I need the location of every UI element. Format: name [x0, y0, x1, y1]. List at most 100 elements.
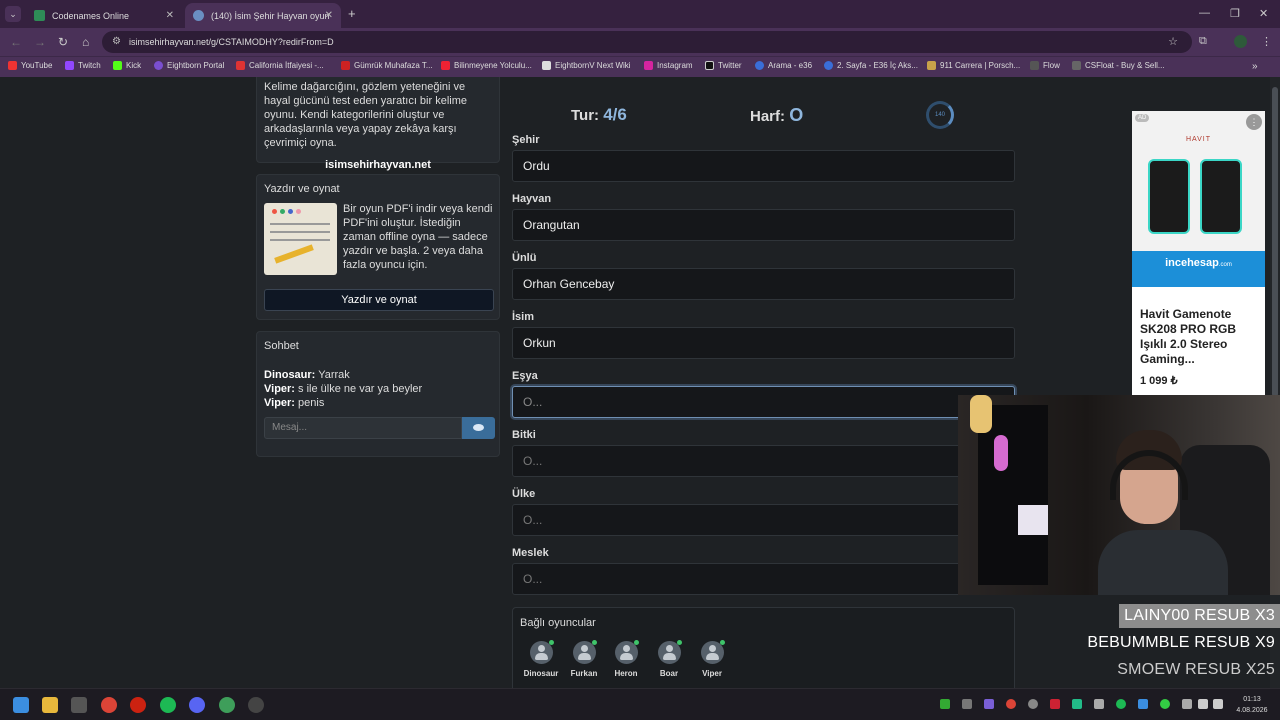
sub-alert: BEBUMMBLE RESUB X9 — [1087, 634, 1275, 651]
bookmark-e36-sayfa[interactable]: 2. Sayfa - E36 İç Aks... — [824, 61, 918, 70]
csfloat-icon — [1072, 61, 1081, 70]
bookmark-porsche[interactable]: 911 Carrera | Porsch... — [927, 61, 1020, 70]
close-tab-icon[interactable]: ✕ — [166, 10, 174, 21]
sub-alert: SMOEW RESUB X25 — [1117, 661, 1275, 678]
sehir-input[interactable]: Ordu — [512, 150, 1015, 182]
chrome-icon[interactable] — [101, 697, 117, 713]
ulke-input[interactable]: O... — [512, 504, 1015, 536]
bookmark-eightbornv-wiki[interactable]: EightbornV Next Wiki — [542, 61, 631, 70]
fire-dept-icon — [236, 61, 245, 70]
bookmark-flow[interactable]: Flow — [1030, 61, 1060, 70]
page-content: Kelime dağarcığını, gözlem yeteneğini ve… — [0, 77, 1280, 688]
tray-icon[interactable] — [1006, 699, 1016, 709]
field-bitki: Bitki O... — [512, 429, 1015, 477]
tray-icon[interactable] — [984, 699, 994, 709]
system-clock[interactable]: 01:13 4.08.2026 — [1228, 694, 1276, 716]
bookmark-instagram[interactable]: Instagram — [644, 61, 693, 70]
more-bookmarks-icon[interactable]: » — [1252, 61, 1258, 72]
print-and-play-button[interactable]: Yazdır ve oynat — [264, 289, 494, 311]
field-label: Hayvan — [512, 193, 552, 205]
tab-isimsehirhayvan[interactable]: (140) İsim Şehir Hayvan oyunu ✕ — [185, 3, 341, 28]
extensions-icon[interactable]: ⧉ — [1199, 35, 1207, 48]
tray-icon[interactable] — [940, 699, 950, 709]
field-ulke: Ülke O... — [512, 488, 1015, 536]
meslek-input[interactable]: O... — [512, 563, 1015, 595]
tray-icon[interactable] — [962, 699, 972, 709]
bookmark-twitter[interactable]: Twitter — [705, 61, 742, 70]
browser-menu-icon[interactable]: ⋮ — [1261, 35, 1272, 48]
isimsehirhayvan-favicon-icon — [193, 10, 204, 21]
address-bar[interactable]: ⚙ isimsehirhayvan.net/g/CSTAIMODHY?redir… — [102, 31, 1192, 53]
file-explorer-icon[interactable] — [42, 697, 58, 713]
ad-product-image: HAVIT — [1132, 111, 1265, 251]
player-viper: Viper — [692, 640, 732, 678]
chat-send-button[interactable] — [462, 417, 495, 439]
avatar-icon — [529, 640, 554, 664]
browser-tab-bar: ⌄ Codenames Online ✕ (140) İsim Şehir Ha… — [0, 0, 1280, 28]
bookmark-arama-e36[interactable]: Arama - e36 — [755, 61, 812, 70]
bookmark-csfloat[interactable]: CSFloat - Buy & Sell... — [1072, 61, 1165, 70]
tray-icon[interactable] — [1182, 699, 1192, 709]
page-scrollbar[interactable] — [1270, 77, 1280, 688]
tab-search-button[interactable]: ⌄ — [5, 6, 21, 22]
ad-options-icon[interactable]: ⋮ — [1246, 114, 1262, 130]
new-tab-icon[interactable]: + — [348, 6, 356, 21]
sub-alert: LAINY00 RESUB X3 — [1119, 604, 1280, 628]
bookmark-star-icon[interactable]: ☆ — [1168, 31, 1178, 53]
bookmark-eightborn-portal[interactable]: Eightborn Portal — [154, 61, 224, 70]
isim-input[interactable]: Orkun — [512, 327, 1015, 359]
bookmark-gumruk[interactable]: Gümrük Muhafaza T... — [341, 61, 433, 70]
close-tab-icon[interactable]: ✕ — [325, 10, 333, 21]
volume-icon[interactable] — [1213, 699, 1223, 709]
app-icon[interactable] — [248, 697, 264, 713]
store-icon[interactable] — [71, 697, 87, 713]
field-isim: İsim Orkun — [512, 311, 1015, 359]
bookmark-kick[interactable]: Kick — [113, 61, 141, 70]
chrome-profile-icon[interactable] — [219, 697, 235, 713]
hayvan-input[interactable]: Orangutan — [512, 209, 1015, 241]
tray-icon[interactable] — [1050, 699, 1060, 709]
player-heron: Heron — [606, 640, 646, 678]
tray-icon[interactable] — [1094, 699, 1104, 709]
field-hayvan: Hayvan Orangutan — [512, 193, 1015, 241]
network-icon[interactable] — [1198, 699, 1208, 709]
tab-codenames[interactable]: Codenames Online ✕ — [26, 3, 182, 28]
player-boar: Boar — [649, 640, 689, 678]
bookmark-youtube[interactable]: YouTube — [8, 61, 52, 70]
spotify-icon[interactable] — [160, 697, 176, 713]
bookmark-california[interactable]: California İtfaiyesi -... — [236, 61, 324, 70]
discord-icon[interactable] — [189, 697, 205, 713]
opera-gx-icon[interactable] — [130, 697, 146, 713]
chat-message: Dinosaur: Yarrak — [264, 369, 350, 381]
field-label: Meslek — [512, 547, 549, 559]
tray-icon[interactable] — [1028, 699, 1038, 709]
back-icon[interactable]: ← — [10, 35, 22, 49]
site-info-icon[interactable]: ⚙ — [112, 31, 121, 53]
online-indicator — [676, 640, 682, 645]
profile-avatar[interactable] — [1234, 35, 1247, 48]
tray-icon[interactable] — [1072, 699, 1082, 709]
forward-icon[interactable]: → — [34, 35, 46, 49]
chat-message-input[interactable]: Mesaj... — [264, 417, 462, 439]
unlu-input[interactable]: Orhan Gencebay — [512, 268, 1015, 300]
bitki-input[interactable]: O... — [512, 445, 1015, 477]
tray-icon[interactable] — [1116, 699, 1126, 709]
window-close-icon[interactable]: ✕ — [1259, 7, 1268, 20]
home-icon[interactable]: ⌂ — [82, 35, 89, 49]
tray-icon[interactable] — [1138, 699, 1148, 709]
ad-title[interactable]: Havit Gamenote SK208 PRO RGB Işıklı 2.0 … — [1140, 307, 1258, 367]
intro-text: Kelime dağarcığını, gözlem yeteneğini ve… — [264, 81, 468, 149]
scrollbar-thumb[interactable] — [1272, 87, 1278, 397]
round-indicator: Tur: 4/6 — [571, 105, 627, 124]
kick-icon — [113, 61, 122, 70]
esya-input[interactable]: O... — [512, 386, 1015, 418]
maximize-icon[interactable]: ❐ — [1230, 7, 1240, 20]
tray-icon[interactable] — [1160, 699, 1170, 709]
bookmark-twitch[interactable]: Twitch — [65, 61, 101, 70]
minimize-icon[interactable]: — — [1199, 7, 1210, 19]
bookmark-bilinmeyene[interactable]: Bilinmeyene Yolculu... — [441, 61, 532, 70]
windows-start-icon[interactable] — [13, 697, 29, 713]
advertisement[interactable]: HAVIT AD ⋮ incehesap.com Havit Gamenote … — [1132, 111, 1265, 395]
reload-icon[interactable]: ↻ — [58, 35, 68, 49]
print-thumbnail — [264, 203, 337, 275]
